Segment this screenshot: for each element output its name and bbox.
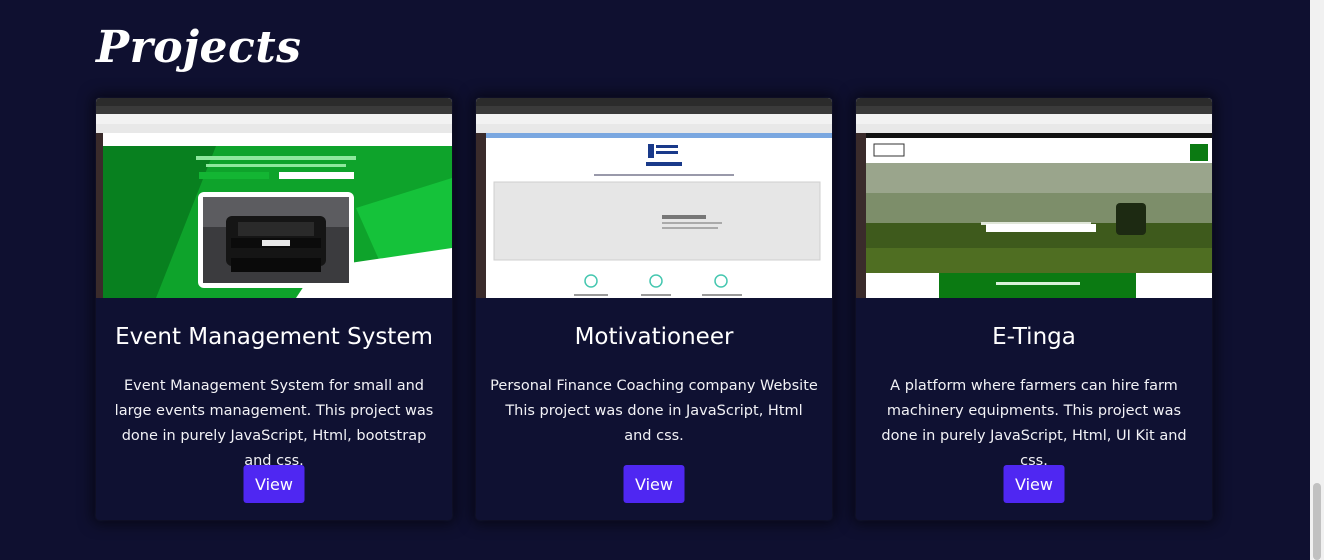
project-description: Personal Finance Coaching company Websit…	[490, 378, 818, 444]
project-description: A platform where farmers can hire farm m…	[881, 378, 1187, 469]
project-card-motivationeer: Motivationeer Personal Finance Coaching …	[476, 98, 832, 520]
project-title: E-Tinga	[992, 324, 1076, 350]
project-title: Motivationeer	[574, 324, 734, 350]
view-button-motivationeer[interactable]: View	[623, 465, 685, 503]
project-screenshot-event-management[interactable]	[96, 98, 452, 298]
page-scrollbar[interactable]	[1310, 0, 1324, 560]
project-description: Event Management System for small and la…	[114, 378, 434, 469]
section-title: Projects	[96, 22, 302, 73]
view-button-event-management[interactable]: View	[243, 465, 305, 503]
project-card-event-management: Event Management System Event Management…	[96, 98, 452, 520]
view-button-etinga[interactable]: View	[1003, 465, 1065, 503]
project-card-etinga: E-Tinga A platform where farmers can hir…	[856, 98, 1212, 520]
scrollbar-thumb[interactable]	[1313, 483, 1321, 560]
project-screenshot-motivationeer[interactable]	[476, 98, 832, 298]
project-title: Event Management System	[115, 324, 433, 350]
project-screenshot-etinga[interactable]	[856, 98, 1212, 298]
